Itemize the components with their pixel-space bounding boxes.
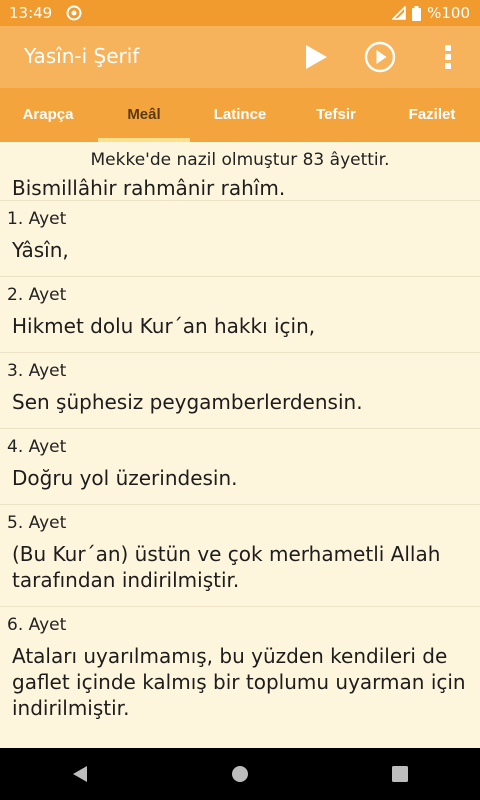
verse-item[interactable]: 4. Ayet Doğru yol üzerindesin. <box>0 429 480 505</box>
play-circle-icon <box>364 41 396 73</box>
home-button[interactable] <box>220 754 260 794</box>
verse-text: (Bu Kur´an) üstün ve çok merhametli Alla… <box>12 542 441 592</box>
tab-meal[interactable]: Meâl <box>96 88 192 142</box>
status-time: 13:49 <box>9 4 53 22</box>
app-screen: 13:49 %100 Yasîn-i Şerif Arapça Meâl Lat… <box>0 0 480 800</box>
verse-item[interactable]: 3. Ayet Sen şüphesiz peygamberlerdensin. <box>0 353 480 429</box>
status-bar: 13:49 %100 <box>0 0 480 26</box>
sync-icon <box>66 5 82 21</box>
verse-item[interactable]: 1. Ayet Yâsîn, <box>0 201 480 277</box>
surah-intro: Mekke'de nazil olmuştur 83 âyettir. Bism… <box>0 142 480 201</box>
play-circle-button[interactable] <box>362 39 398 75</box>
battery-level: %100 <box>427 4 470 22</box>
verse-number: 1. Ayet <box>7 209 67 229</box>
surah-info: Mekke'de nazil olmuştur 83 âyettir. <box>90 150 390 170</box>
recents-button[interactable] <box>380 754 420 794</box>
verse-text: Hikmet dolu Kur´an hakkı için, <box>12 314 316 338</box>
verse-list[interactable]: Mekke'de nazil olmuştur 83 âyettir. Bism… <box>0 142 480 748</box>
tab-tefsir[interactable]: Tefsir <box>288 88 384 142</box>
verse-text: Ataları uyarılmamış, bu yüzden kendileri… <box>12 644 466 720</box>
verse-item[interactable]: 6. Ayet Ataları uyarılmamış, bu yüzden k… <box>0 607 480 735</box>
verse-number: 6. Ayet <box>7 615 67 635</box>
back-button[interactable] <box>60 754 100 794</box>
verse-number: 3. Ayet <box>7 361 67 381</box>
tab-fazilet[interactable]: Fazilet <box>384 88 480 142</box>
verse-number: 4. Ayet <box>7 437 67 457</box>
tab-bar: Arapça Meâl Latince Tefsir Fazilet <box>0 88 480 142</box>
battery-icon <box>412 5 422 21</box>
more-vert-icon <box>445 45 451 69</box>
play-icon <box>306 45 327 69</box>
recents-icon <box>392 766 408 782</box>
signal-icon <box>392 6 406 20</box>
tab-arapca[interactable]: Arapça <box>0 88 96 142</box>
status-right: %100 <box>392 0 470 26</box>
basmala-text: Bismillâhir rahmânir rahîm. <box>12 176 286 200</box>
tab-latince[interactable]: Latince <box>192 88 288 142</box>
verse-text: Yâsîn, <box>12 238 69 262</box>
back-icon <box>73 766 87 782</box>
verse-text: Sen şüphesiz peygamberlerdensin. <box>12 390 363 414</box>
verse-number: 5. Ayet <box>7 513 67 533</box>
app-toolbar: Yasîn-i Şerif <box>0 26 480 88</box>
verse-item[interactable]: 5. Ayet (Bu Kur´an) üstün ve çok merhame… <box>0 505 480 607</box>
verse-number: 2. Ayet <box>7 285 67 305</box>
verse-text: Doğru yol üzerindesin. <box>12 466 238 490</box>
page-title: Yasîn-i Şerif <box>24 44 140 68</box>
home-icon <box>232 766 248 782</box>
system-nav-bar <box>0 748 480 800</box>
play-button[interactable] <box>298 39 334 75</box>
overflow-menu-button[interactable] <box>430 39 466 75</box>
verse-item[interactable]: 2. Ayet Hikmet dolu Kur´an hakkı için, <box>0 277 480 353</box>
